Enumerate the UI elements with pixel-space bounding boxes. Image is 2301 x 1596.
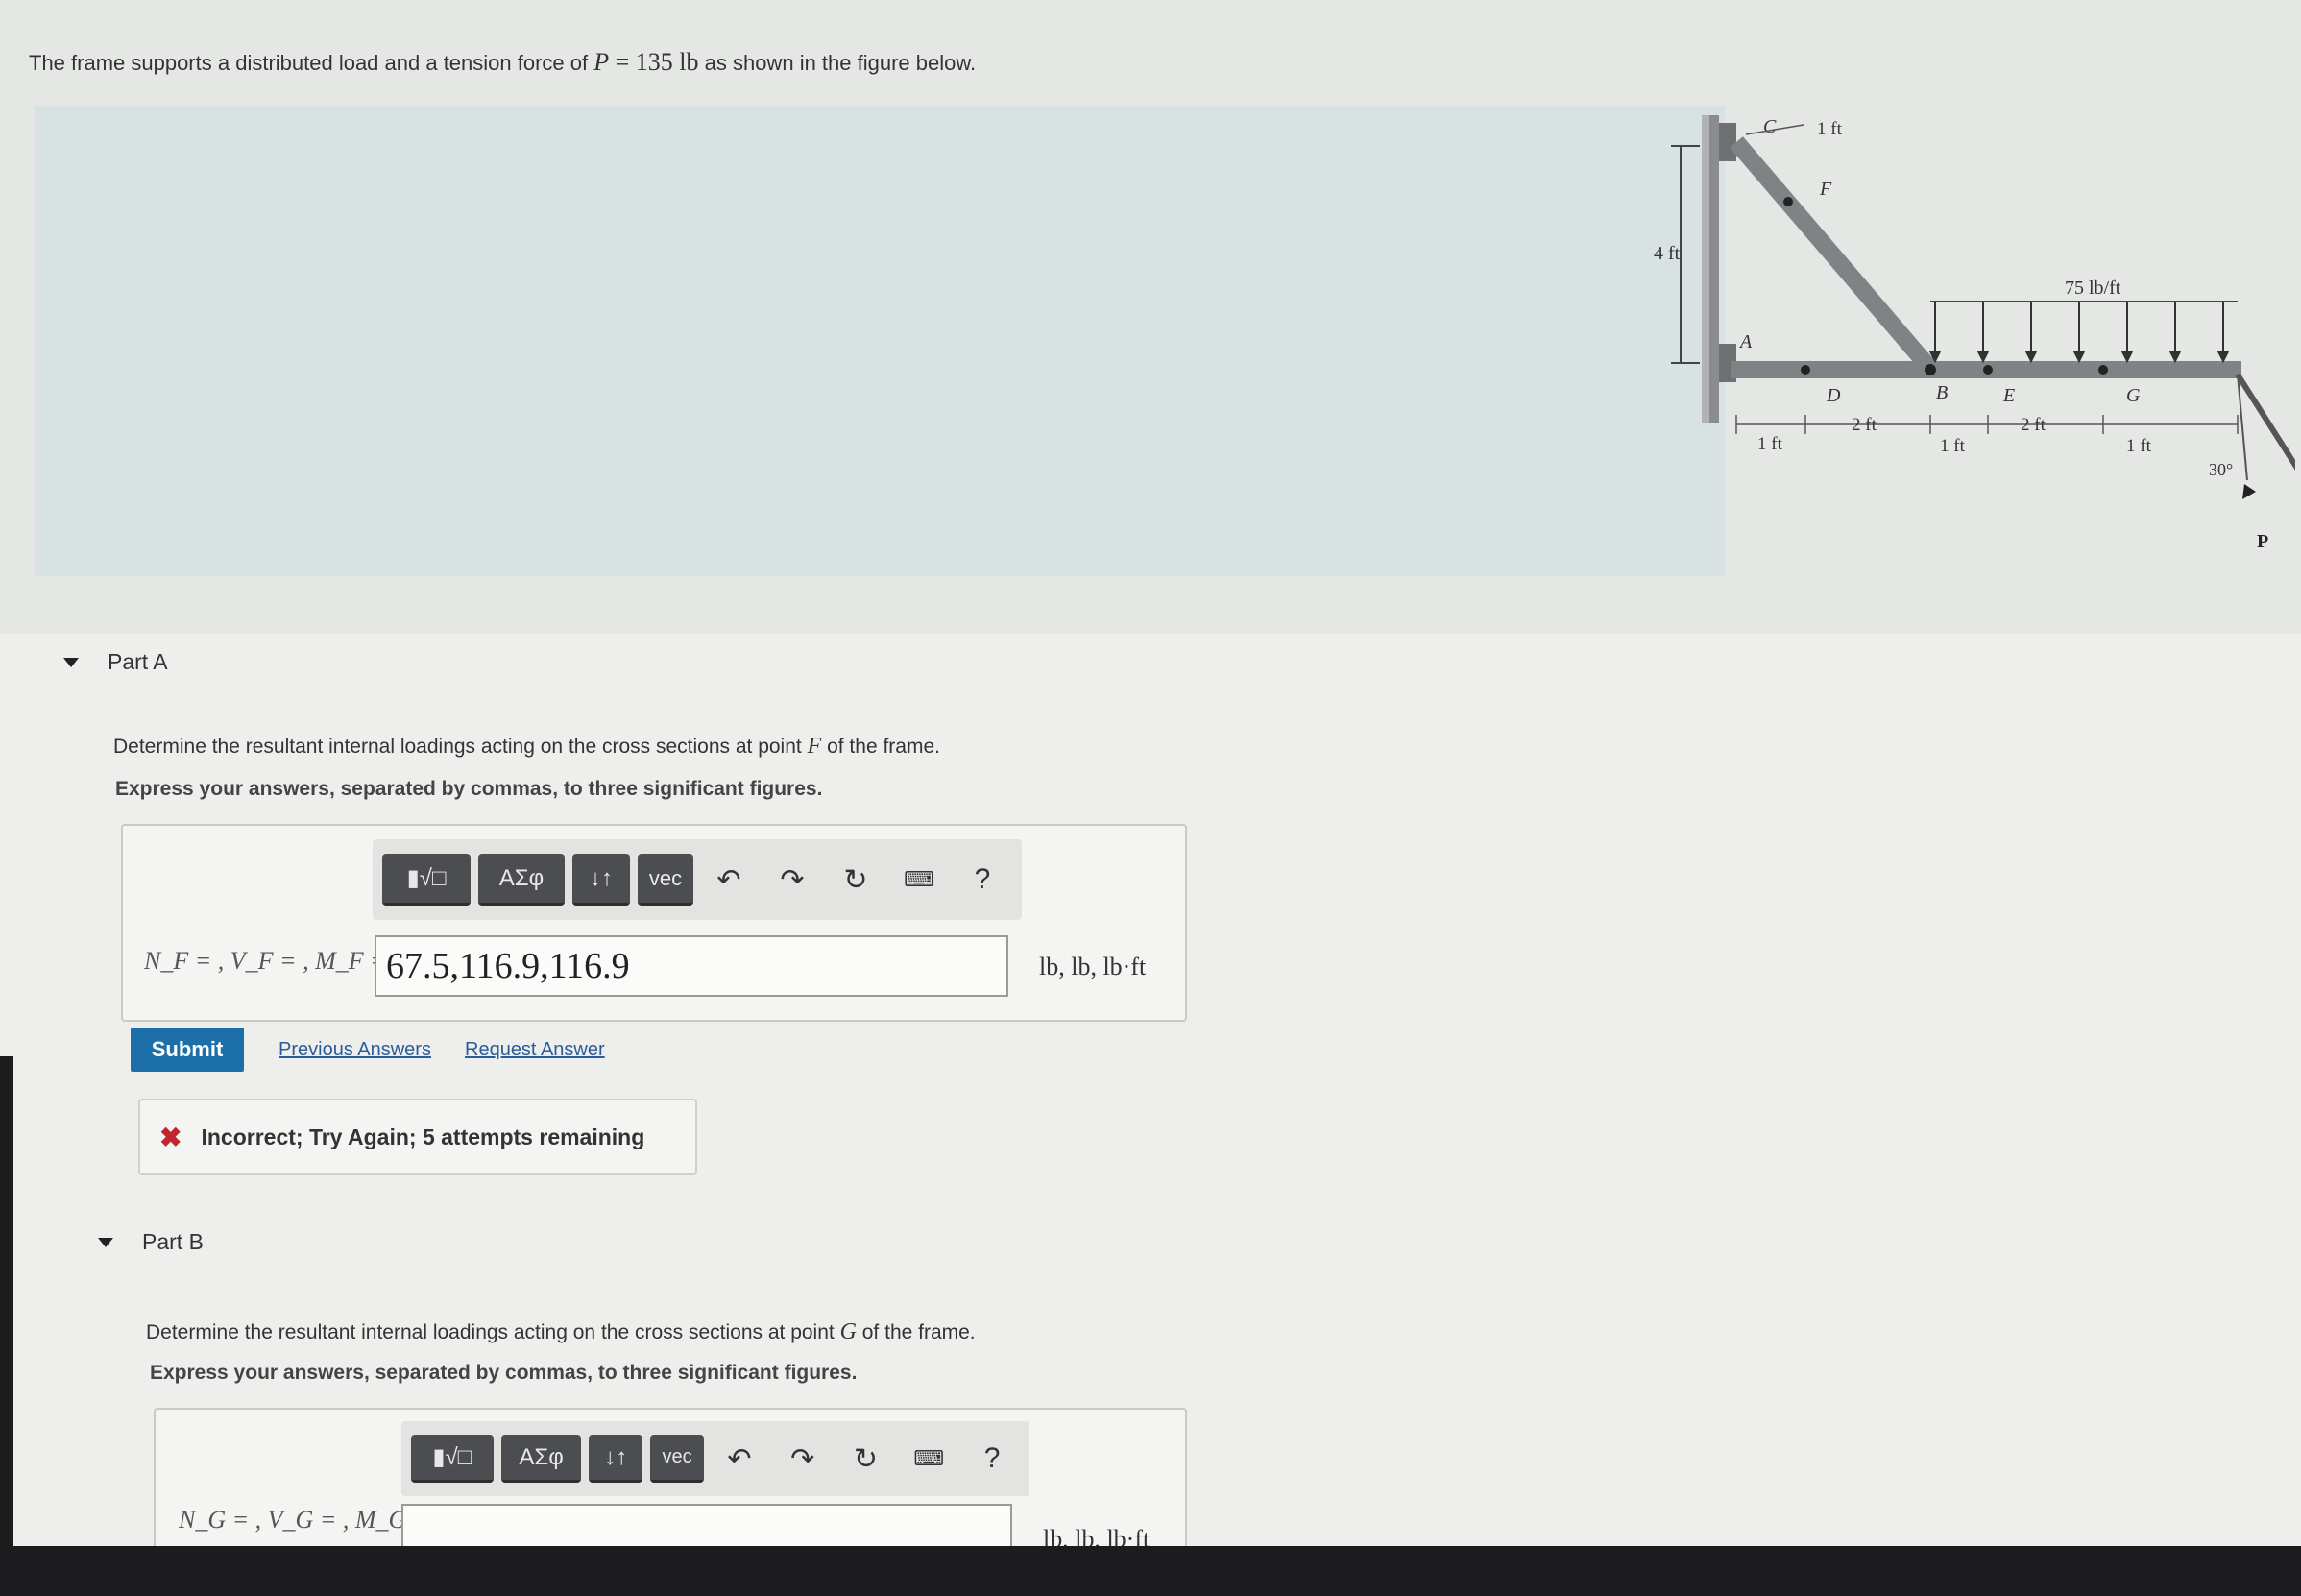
part-a-title: Part A [108, 649, 168, 674]
intro-panel [35, 106, 1725, 576]
part-a-answer-input[interactable]: 67.5,116.9,116.9 [375, 935, 1008, 997]
request-answer-link[interactable]: Request Answer [465, 1039, 605, 1061]
pin-b [1925, 364, 1936, 375]
point-g-dot [2098, 365, 2108, 375]
arrows-button[interactable]: ↓↑ [589, 1435, 643, 1483]
part-b-math-toolbar: ▮√□ ΑΣφ ↓↑ vec ↶ ↷ ↻ ⌨ ? [401, 1421, 1029, 1496]
redo-icon[interactable]: ↷ [775, 1433, 831, 1485]
point-d-dot [1801, 365, 1810, 375]
label-g: G [2126, 385, 2141, 406]
label-f: F [1819, 179, 1832, 200]
part-b-question-start: Determine the resultant internal loading… [146, 1321, 840, 1343]
label-2ft-d: 2 ft [1852, 415, 1877, 435]
variable-p: P [593, 48, 610, 76]
undo-icon[interactable]: ↶ [701, 854, 757, 906]
label-d: D [1826, 385, 1841, 406]
problem-statement: The frame supports a distributed load an… [29, 48, 976, 77]
problem-unit: lb [679, 48, 699, 76]
part-a-instruction: Express your answers, separated by comma… [115, 778, 823, 800]
vector-button[interactable]: vec [638, 854, 693, 906]
point-f-dot [1783, 197, 1793, 206]
arrow-p [2242, 484, 2256, 499]
reset-icon[interactable]: ↻ [828, 854, 884, 906]
part-a-point: F [807, 734, 822, 759]
label-2ft-e: 2 ft [2021, 415, 2047, 435]
label-load: 75 lb/ft [2065, 278, 2121, 299]
part-a-variables-label: N_F = , V_F = , M_F = [144, 947, 387, 975]
redo-icon[interactable]: ↷ [764, 854, 820, 906]
member-cb [1730, 136, 1937, 375]
label-b: B [1936, 382, 1948, 403]
part-b-question: Determine the resultant internal loading… [146, 1319, 976, 1345]
reset-icon[interactable]: ↻ [838, 1433, 894, 1485]
part-b-variables-label: N_G = , V_G = , M_G = [179, 1506, 430, 1534]
greek-symbols-button[interactable]: ΑΣφ [478, 854, 565, 906]
label-p: P [2257, 531, 2268, 552]
label-1ft-top: 1 ft [1817, 119, 1843, 139]
help-button[interactable]: ? [955, 854, 1010, 906]
previous-answers-link[interactable]: Previous Answers [279, 1039, 431, 1061]
part-a-header[interactable]: Part A [63, 649, 168, 675]
part-a-math-toolbar: ▮√□ ΑΣφ ↓↑ vec ↶ ↷ ↻ ⌨ ? [373, 839, 1022, 920]
collapse-caret-icon[interactable] [98, 1237, 113, 1247]
part-a-question-start: Determine the resultant internal loading… [113, 736, 808, 758]
part-b-question-end: of the frame. [856, 1321, 976, 1343]
templates-button[interactable]: ▮√□ [382, 854, 471, 906]
problem-text-end: as shown in the figure below. [698, 51, 977, 75]
wall [1709, 115, 1719, 423]
templates-button[interactable]: ▮√□ [411, 1435, 494, 1483]
part-a-units: lb, lb, lb·ft [1039, 953, 1147, 980]
monitor-bezel-left [0, 1056, 13, 1596]
incorrect-x-icon: ✖ [159, 1122, 182, 1152]
problem-value: = 135 [609, 48, 680, 76]
feedback-message: Incorrect; Try Again; 5 attempts remaini… [201, 1124, 645, 1149]
vector-button[interactable]: vec [650, 1435, 704, 1483]
keyboard-icon[interactable]: ⌨ [891, 854, 947, 906]
label-1ft-b: 1 ft [1940, 436, 1966, 456]
submit-button[interactable]: Submit [131, 1028, 244, 1072]
label-e: E [2002, 385, 2015, 406]
label-4ft: 4 ft [1654, 243, 1681, 264]
point-e-dot [1983, 365, 1993, 375]
help-button[interactable]: ? [964, 1433, 1020, 1485]
part-b-instruction: Express your answers, separated by comma… [150, 1362, 858, 1384]
greek-symbols-button[interactable]: ΑΣφ [500, 1435, 582, 1483]
label-angle: 30° [2209, 460, 2233, 479]
part-b-point: G [839, 1319, 857, 1344]
problem-text-start: The frame supports a distributed load an… [29, 51, 594, 75]
part-b-title: Part B [142, 1229, 204, 1254]
part-a-question: Determine the resultant internal loading… [113, 734, 940, 760]
collapse-caret-icon[interactable] [63, 657, 79, 667]
label-1ft-g: 1 ft [2126, 436, 2152, 456]
part-a-question-end: of the frame. [821, 736, 940, 758]
page: The frame supports a distributed load an… [0, 0, 2301, 1596]
undo-icon[interactable]: ↶ [712, 1433, 767, 1485]
load-arrows [1928, 302, 2230, 364]
support-c [1719, 123, 1736, 161]
arrows-button[interactable]: ↓↑ [572, 854, 630, 906]
label-a: A [1738, 331, 1753, 352]
label-1ft-a: 1 ft [1757, 434, 1783, 454]
feedback-box: ✖ Incorrect; Try Again; 5 attempts remai… [138, 1099, 697, 1175]
wall-hatch [1702, 115, 1709, 423]
keyboard-icon[interactable]: ⌨ [901, 1433, 957, 1485]
monitor-bezel-bottom [0, 1546, 2301, 1596]
frame-figure: 4 ft 75 lb/ft P 30° C F A D B E G 1 ft 1… [1654, 115, 2295, 552]
label-c: C [1763, 116, 1777, 137]
part-b-header[interactable]: Part B [98, 1229, 204, 1255]
